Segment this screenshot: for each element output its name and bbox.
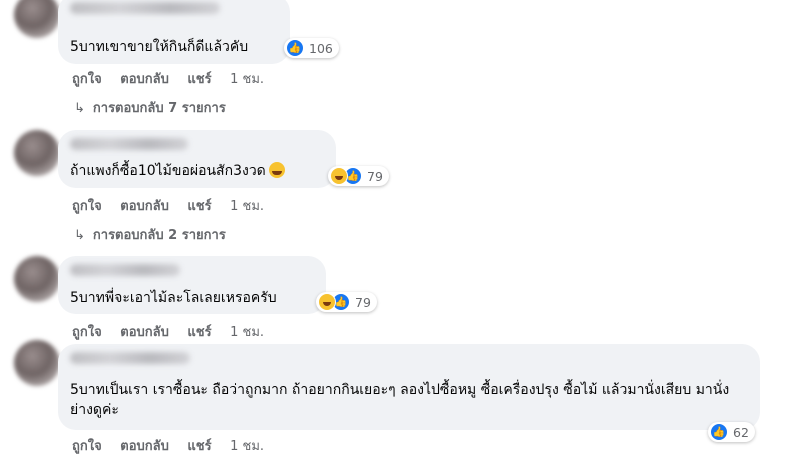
reply-arrow-icon: ↳	[74, 228, 85, 243]
like-button[interactable]: ถูกใจ	[72, 439, 102, 454]
author-name-blurred[interactable]	[70, 264, 180, 276]
thumbs-up-icon: 👍	[710, 423, 728, 441]
reply-button[interactable]: ตอบกลับ	[120, 325, 169, 340]
timestamp[interactable]: 1 ชม.	[230, 72, 264, 87]
share-button[interactable]: แชร์	[187, 325, 211, 340]
reaction-count: 106	[309, 40, 333, 56]
comment-actions: ถูกใจ ตอบกลับ แชร์ 1 ชม.	[72, 435, 278, 456]
comment-text: ถ้าแพงก็ซื้อ10ไม้ขอผ่อนสัก3งวด	[70, 161, 285, 181]
like-button[interactable]: ถูกใจ	[72, 325, 102, 340]
avatar[interactable]	[14, 130, 60, 176]
reaction-count: 79	[367, 168, 383, 184]
reply-arrow-icon: ↳	[74, 101, 85, 116]
reaction-summary[interactable]: 👍 79	[328, 166, 389, 186]
reply-button[interactable]: ตอบกลับ	[120, 439, 169, 454]
comment-bubble: ถ้าแพงก็ซื้อ10ไม้ขอผ่อนสัก3งวด	[58, 130, 336, 188]
reaction-summary[interactable]: 👍 106	[284, 38, 339, 58]
laughing-face-icon	[318, 293, 336, 311]
like-button[interactable]: ถูกใจ	[72, 199, 102, 214]
reaction-count: 79	[355, 294, 371, 310]
comment-bubble: 5บาทเป็นเรา เราซื้อนะ ถือว่าถูกมาก ถ้าอย…	[58, 344, 760, 430]
laughing-face-icon	[330, 167, 348, 185]
grinning-emoji-icon	[268, 162, 285, 178]
reaction-summary[interactable]: 👍 62	[708, 422, 755, 442]
view-replies-link[interactable]: ↳ การตอบกลับ 2 รายการ	[74, 224, 226, 245]
timestamp[interactable]: 1 ชม.	[230, 325, 264, 340]
thumbs-up-icon: 👍	[286, 39, 304, 57]
share-button[interactable]: แชร์	[187, 439, 211, 454]
author-name-blurred[interactable]	[70, 352, 190, 364]
replies-count-label[interactable]: การตอบกลับ 7 รายการ	[93, 101, 226, 116]
comment-actions: ถูกใจ ตอบกลับ แชร์ 1 ชม.	[72, 321, 278, 342]
comment-text-content: ถ้าแพงก็ซื้อ10ไม้ขอผ่อนสัก3งวด	[70, 163, 266, 179]
reply-button[interactable]: ตอบกลับ	[120, 199, 169, 214]
reaction-count: 62	[733, 424, 749, 440]
timestamp[interactable]: 1 ชม.	[230, 199, 264, 214]
reaction-summary[interactable]: 👍 79	[316, 292, 377, 312]
avatar[interactable]	[14, 0, 60, 38]
share-button[interactable]: แชร์	[187, 199, 211, 214]
comment-text: 5บาทพี่จะเอาไม้ละโลเลยเหรอครับ	[70, 290, 277, 306]
like-button[interactable]: ถูกใจ	[72, 72, 102, 87]
comment-actions: ถูกใจ ตอบกลับ แชร์ 1 ชม.	[72, 68, 278, 89]
comment-text: 5บาทเขาขายให้กินก็ดีแล้วคับ	[70, 39, 249, 55]
avatar[interactable]	[14, 340, 60, 386]
author-name-blurred[interactable]	[70, 138, 188, 150]
comment-text: 5บาทเป็นเรา เราซื้อนะ ถือว่าถูกมาก ถ้าอย…	[70, 382, 730, 418]
avatar[interactable]	[14, 256, 60, 302]
comment-bubble: 5บาทพี่จะเอาไม้ละโลเลยเหรอครับ	[58, 256, 326, 314]
timestamp[interactable]: 1 ชม.	[230, 439, 264, 454]
share-button[interactable]: แชร์	[187, 72, 211, 87]
view-replies-link[interactable]: ↳ การตอบกลับ 7 รายการ	[74, 97, 226, 118]
replies-count-label[interactable]: การตอบกลับ 2 รายการ	[93, 228, 226, 243]
author-name-blurred[interactable]	[70, 2, 220, 14]
comment-bubble: 5บาทเขาขายให้กินก็ดีแล้วคับ	[58, 0, 290, 64]
reply-button[interactable]: ตอบกลับ	[120, 72, 169, 87]
comment-actions: ถูกใจ ตอบกลับ แชร์ 1 ชม.	[72, 195, 278, 216]
